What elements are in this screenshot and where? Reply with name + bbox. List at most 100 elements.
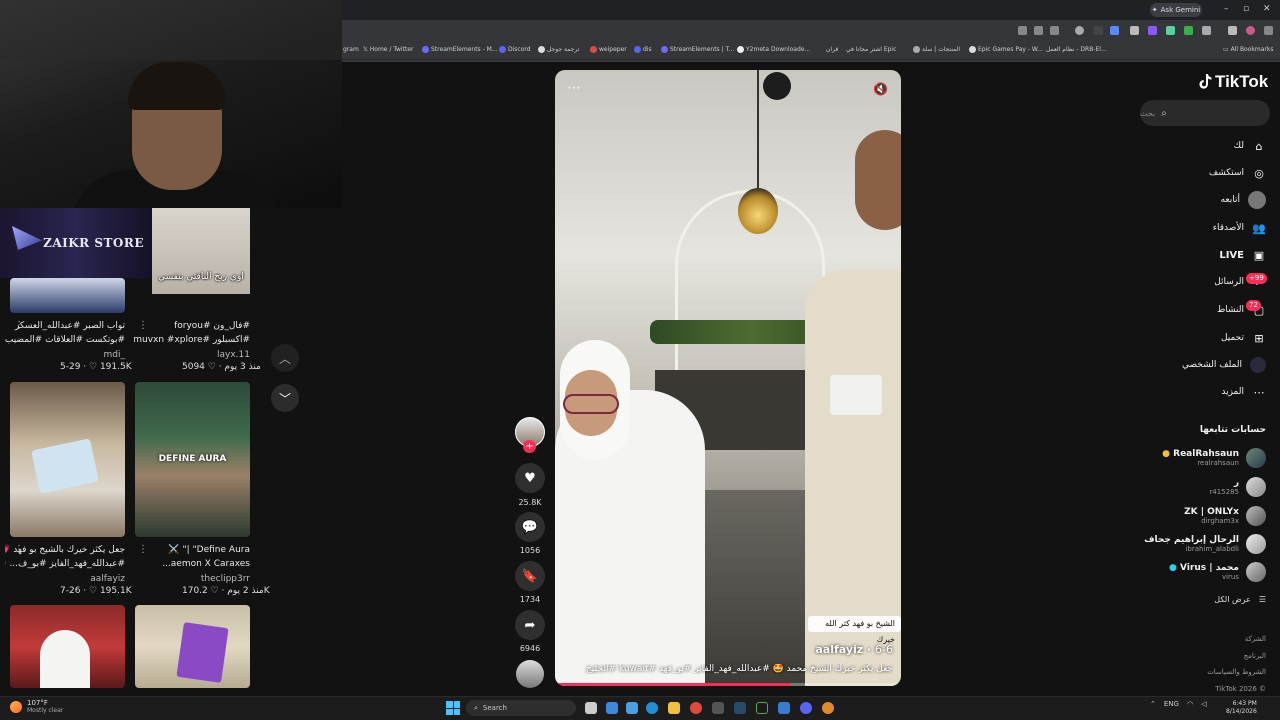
app-icon[interactable] <box>712 702 724 714</box>
discord-icon[interactable] <box>800 702 812 714</box>
nav-following[interactable]: أتابعه <box>1221 190 1266 210</box>
bookmark[interactable]: اشتر مجانا في Epic <box>846 46 896 53</box>
like-button[interactable]: ♥ <box>515 463 545 493</box>
video-author[interactable]: aalfayiz <box>815 643 863 656</box>
extension-icon[interactable] <box>1148 26 1157 35</box>
bookmark[interactable]: ترجمة جوجل <box>538 46 579 53</box>
followed-account[interactable]: ر r415285 <box>1209 475 1266 499</box>
video-thumbnail[interactable] <box>10 605 125 688</box>
menu-icon[interactable] <box>1264 26 1273 35</box>
follow-plus-button[interactable]: + <box>523 440 536 453</box>
bookmark[interactable]: weipeper <box>590 46 627 53</box>
photos-icon[interactable] <box>626 702 638 714</box>
more-options-icon[interactable]: ⋯ <box>567 80 581 96</box>
weather-widget[interactable]: 107°F Mostly clear <box>10 699 63 714</box>
clock[interactable]: 6:43 PM 8/14/2026 <box>1226 700 1257 716</box>
see-all-button[interactable]: ☰ عرض الكل <box>1214 595 1266 604</box>
extension-icon[interactable] <box>1094 26 1103 35</box>
search-input[interactable]: ⌕ بحث <box>1140 100 1270 126</box>
ask-gemini-button[interactable]: ✦ Ask Gemini <box>1150 3 1202 17</box>
bookmark[interactable]: Epic Games Pay - W... <box>969 46 1043 53</box>
bookmark[interactable]: نظام العمل - DRB-El... <box>1046 46 1107 53</box>
app-icon[interactable] <box>778 702 790 714</box>
task-view-icon[interactable] <box>585 702 597 714</box>
edge-icon[interactable] <box>646 702 658 714</box>
taskbar-search[interactable]: ⌕ Search <box>466 700 576 716</box>
bookmark[interactable]: dis <box>634 46 652 53</box>
star-icon[interactable] <box>1050 26 1059 35</box>
widgets-icon[interactable] <box>606 702 618 714</box>
video-thumbnail[interactable] <box>10 382 125 537</box>
folder-icon: ▭ <box>1223 46 1229 53</box>
chrome-icon[interactable] <box>690 702 702 714</box>
sidebar-icon[interactable] <box>1228 26 1237 35</box>
nav-friends[interactable]: 👥 الأصدقاء <box>1213 218 1266 238</box>
following-accounts-title: حسابات تتابعها <box>1199 425 1266 435</box>
nav-for-you[interactable]: ⌂ لك <box>1234 136 1266 156</box>
nav-explore[interactable]: ◎ استكشف <box>1209 163 1266 183</box>
steam-icon[interactable] <box>734 702 746 714</box>
minimize-icon[interactable]: – <box>1224 4 1229 14</box>
save-button[interactable]: 🔖 <box>515 561 545 591</box>
next-video-button[interactable]: ﹀ <box>271 384 299 412</box>
bookmark[interactable]: 𝕏 Home / Twitter <box>363 46 413 53</box>
footer-link[interactable]: الشروط والسياسات <box>1207 668 1266 676</box>
nav-more[interactable]: ⋯ المزيد <box>1221 382 1266 402</box>
extension-icon[interactable] <box>1166 26 1175 35</box>
followed-account[interactable]: ZK | ONLYx dirgham3x <box>1184 504 1266 528</box>
video-author[interactable]: layx.11 <box>135 350 250 360</box>
install-icon[interactable] <box>1034 26 1043 35</box>
app-icon[interactable] <box>822 702 834 714</box>
video-player[interactable]: ⋯ 🔇 الشيخ بو فهد كثر الله خيرك aalfayiz … <box>555 70 901 686</box>
footer-link[interactable]: البرنامج <box>1244 652 1266 660</box>
webcam-overlay <box>0 0 342 208</box>
video-thumbnail[interactable]: DEFINE AURA <box>135 382 250 537</box>
video-author[interactable]: theclipp3rr <box>135 574 250 584</box>
video-thumbnail[interactable] <box>10 278 125 313</box>
nav-profile[interactable]: الملف الشخصي <box>1182 355 1266 375</box>
video-author[interactable]: aalfayiz <box>10 574 125 584</box>
footer-link[interactable]: الشركة <box>1245 635 1266 643</box>
terminal-icon[interactable] <box>756 702 768 714</box>
video-thumbnail[interactable]: اوي ربح الناقتي بنفسي <box>152 208 250 294</box>
share-button[interactable]: ➦ <box>515 610 545 640</box>
bookmark[interactable]: Discord <box>499 46 531 53</box>
previous-video-button[interactable]: ︿ <box>271 344 299 372</box>
bookmark[interactable]: StreamElements - M... <box>422 46 498 53</box>
all-bookmarks[interactable]: ▭ All Bookmarks <box>1223 46 1273 53</box>
system-tray[interactable]: ⌃ ENG ◠ ◁ <box>1150 700 1206 708</box>
nav-live[interactable]: ▣ LIVE <box>1219 245 1266 265</box>
profile-avatar[interactable] <box>1246 26 1255 35</box>
video-thumbnail[interactable] <box>135 605 250 688</box>
extension-icon[interactable] <box>1130 26 1139 35</box>
zoom-icon[interactable] <box>1018 26 1027 35</box>
tiktok-logo[interactable]: TikTok <box>1198 72 1268 92</box>
sound-avatar[interactable] <box>516 660 544 688</box>
weather-temp: 107°F <box>27 699 48 707</box>
file-explorer-icon[interactable] <box>668 702 680 714</box>
start-button[interactable] <box>446 701 460 715</box>
extension-icon[interactable] <box>1075 26 1084 35</box>
puzzle-icon[interactable] <box>1202 26 1211 35</box>
video-progress-bar[interactable] <box>555 683 901 686</box>
video-author-line[interactable]: aalfayiz · 6-6 <box>815 643 893 656</box>
maximize-icon[interactable]: ▫ <box>1243 4 1249 14</box>
extension-icon[interactable] <box>1184 26 1193 35</box>
followed-account[interactable]: ● RealRahsaun realrahsaun <box>1162 446 1266 470</box>
volume-icon[interactable]: 🔇 <box>873 82 888 96</box>
bookmark[interactable]: gram <box>343 46 359 53</box>
followed-account[interactable]: ● Virus | محمد virus <box>1169 560 1266 584</box>
comment-button[interactable]: 💬 <box>515 512 545 542</box>
close-icon[interactable]: ✕ <box>1263 4 1271 14</box>
nav-upload[interactable]: ⊞ تحميل <box>1221 328 1266 348</box>
bookmark[interactable]: Y2meta Downloade... <box>737 46 810 53</box>
nav-label: استكشف <box>1208 168 1244 178</box>
bookmark[interactable]: StreamElements | T... <box>661 46 734 53</box>
extension-icon[interactable] <box>1110 26 1119 35</box>
bookmark[interactable]: قران <box>826 46 838 53</box>
video-caption: #اكسبلور #muvxn #xplore <box>133 335 250 345</box>
followed-account[interactable]: الرحال إبراهيم جحاف ibrahim_alabdli <box>1144 532 1266 556</box>
video-author[interactable]: mdi_ <box>10 350 125 360</box>
bookmark[interactable]: المنتجات | سلة <box>913 46 960 53</box>
video-caption: جعل يكثر خيرك بالشيخ بو فهد 💗 <box>5 545 125 555</box>
